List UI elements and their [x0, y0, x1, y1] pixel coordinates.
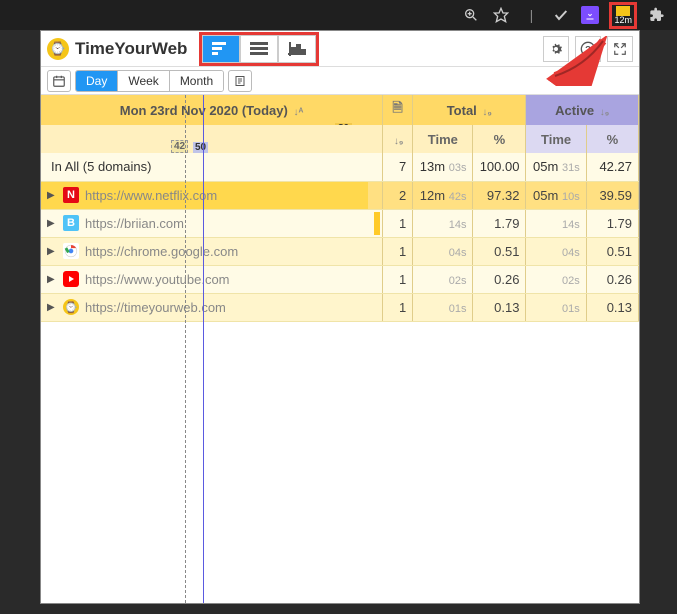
- extension-badge[interactable]: 12m: [609, 2, 637, 29]
- favicon-youtube: [63, 271, 79, 287]
- active-header[interactable]: Active ↓₉: [526, 95, 639, 125]
- download-icon[interactable]: [581, 6, 599, 24]
- domain-url: https://www.netflix.com: [85, 188, 217, 203]
- sub-toolbar: Day Week Month: [41, 67, 639, 95]
- svg-text:?: ?: [585, 44, 591, 54]
- domain-url: https://www.youtube.com: [85, 272, 230, 287]
- panel-header: ⌚ TimeYourWeb ?: [41, 31, 639, 67]
- expand-icon[interactable]: ▶: [47, 190, 57, 201]
- usage-table: Mon 23rd Nov 2020 (Today) ↓ᴬ 80 🗎 Total …: [41, 95, 639, 322]
- calendar-button[interactable]: [47, 70, 71, 92]
- active-pct-header[interactable]: %: [586, 125, 638, 153]
- view-chart-button[interactable]: [278, 35, 316, 63]
- total-time-header[interactable]: Time: [413, 125, 473, 153]
- period-month-button[interactable]: Month: [170, 71, 223, 91]
- summary-row: In All (5 domains) 7 13m 03s 100.00 05m …: [41, 153, 639, 181]
- summary-label: In All (5 domains): [51, 159, 151, 174]
- favicon-timeyourweb: ⌚: [63, 299, 79, 315]
- date-header[interactable]: Mon 23rd Nov 2020 (Today) ↓ᴬ 80: [41, 95, 383, 125]
- view-detail-button[interactable]: [202, 35, 240, 63]
- app-title: TimeYourWeb: [75, 39, 187, 59]
- tick-50: 50: [193, 142, 208, 153]
- domain-url: https://timeyourweb.com: [85, 300, 226, 315]
- ruler-header: 42 50: [41, 125, 383, 153]
- domain-url: https://chrome.google.com: [85, 244, 238, 259]
- sort-col-header[interactable]: ↓₉: [383, 125, 413, 153]
- table-row[interactable]: ▶Bhttps://briian.com 1 14s 1.79 14s 1.79: [41, 209, 639, 237]
- expand-icon[interactable]: ▶: [47, 218, 57, 229]
- table-row[interactable]: ▶⌚https://timeyourweb.com 1 01s 0.13 01s…: [41, 293, 639, 321]
- total-pct-header[interactable]: %: [473, 125, 526, 153]
- doc-col-header[interactable]: 🗎: [383, 95, 413, 125]
- view-list-button[interactable]: [240, 35, 278, 63]
- expand-icon[interactable]: ▶: [47, 274, 57, 285]
- sort-icon: ↓ᴬ: [293, 107, 303, 118]
- browser-toolbar: | 12m: [0, 0, 677, 30]
- tick-42: 42: [171, 140, 188, 153]
- check-icon[interactable]: [551, 5, 571, 25]
- extension-time-label: 12m: [614, 16, 632, 25]
- period-day-button[interactable]: Day: [76, 71, 118, 91]
- settings-button[interactable]: [543, 36, 569, 62]
- extensions-icon[interactable]: [647, 5, 667, 25]
- period-group: Day Week Month: [75, 70, 224, 92]
- table-row[interactable]: ▶Nhttps://www.netflix.com 2 12m 42s 97.3…: [41, 181, 639, 209]
- summary-count: 7: [383, 153, 413, 181]
- table-row[interactable]: ▶https://www.youtube.com 1 02s 0.26 02s …: [41, 265, 639, 293]
- zoom-icon[interactable]: [461, 5, 481, 25]
- active-time-header[interactable]: Time: [526, 125, 586, 153]
- expand-icon[interactable]: ▶: [47, 302, 57, 313]
- view-mode-group: [199, 32, 319, 66]
- expand-icon[interactable]: ▶: [47, 246, 57, 257]
- notes-button[interactable]: [228, 70, 252, 92]
- help-button[interactable]: ?: [575, 36, 601, 62]
- divider: |: [521, 5, 541, 25]
- date-label: Mon 23rd Nov 2020 (Today): [120, 103, 288, 118]
- period-week-button[interactable]: Week: [118, 71, 169, 91]
- favicon-briian: B: [63, 215, 79, 231]
- total-header[interactable]: Total ↓₉: [413, 95, 526, 125]
- extension-popup: ⌚ TimeYourWeb ? Day W: [40, 30, 640, 604]
- fullscreen-button[interactable]: [607, 36, 633, 62]
- data-table-wrap: Mon 23rd Nov 2020 (Today) ↓ᴬ 80 🗎 Total …: [41, 95, 639, 603]
- star-icon[interactable]: [491, 5, 511, 25]
- timeyourweb-icon: [616, 6, 630, 16]
- table-row[interactable]: ▶https://chrome.google.com 1 04s 0.51 04…: [41, 237, 639, 265]
- favicon-chrome: [63, 243, 79, 259]
- favicon-netflix: N: [63, 187, 79, 203]
- app-logo: ⌚: [47, 38, 69, 60]
- domain-url: https://briian.com: [85, 216, 184, 231]
